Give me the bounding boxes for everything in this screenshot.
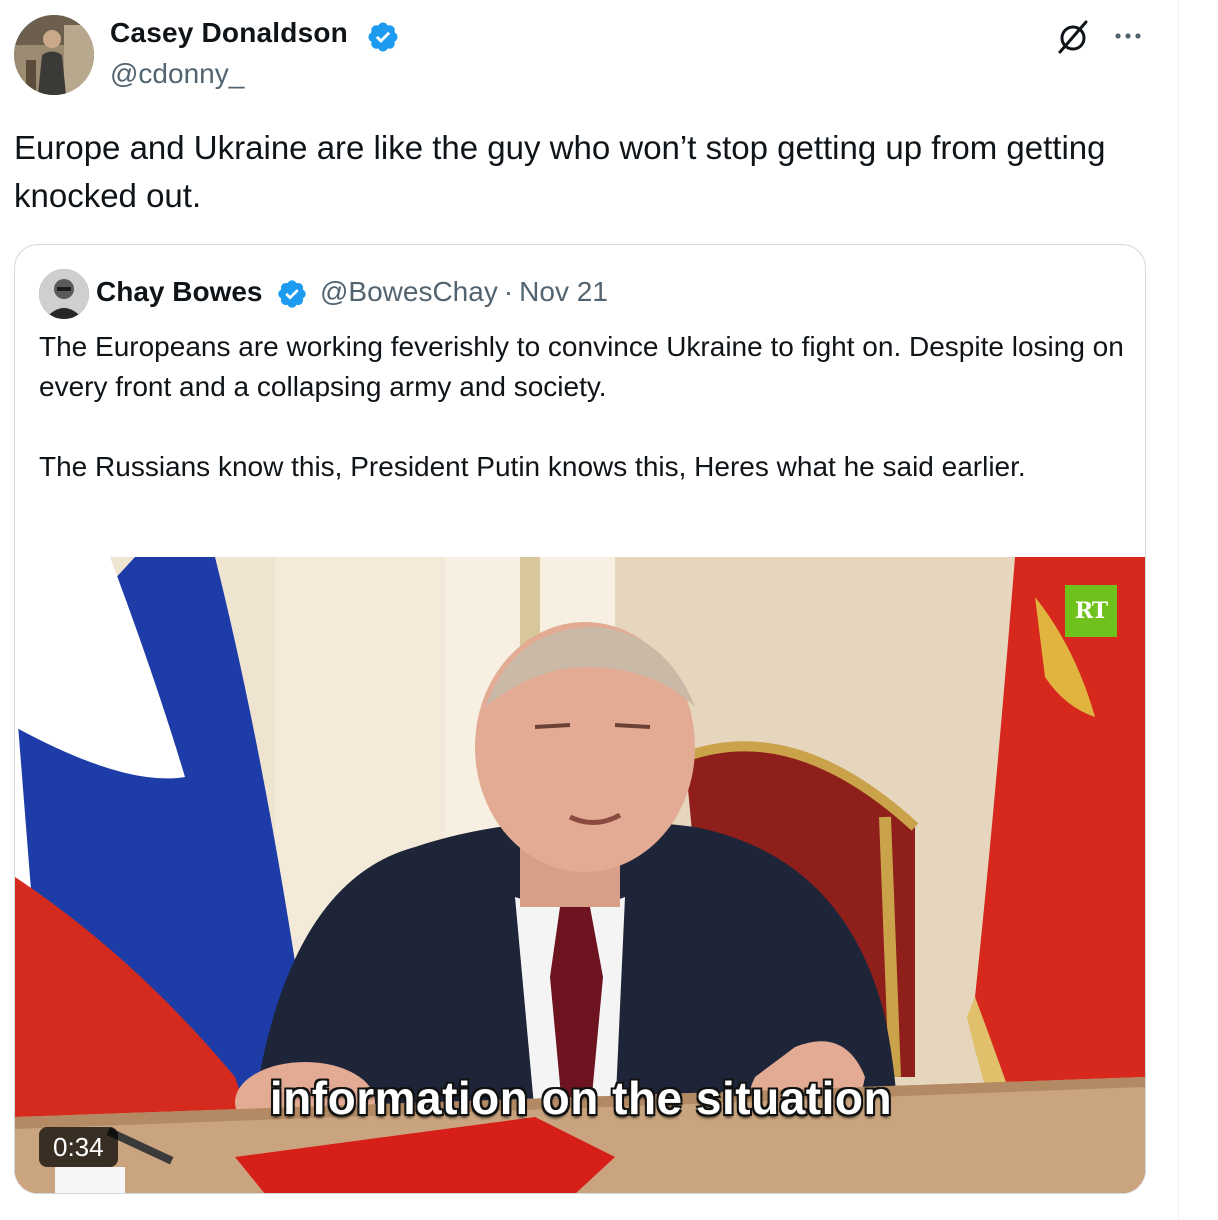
quoted-author-avatar[interactable]	[39, 269, 89, 319]
video-duration: 0:34	[39, 1127, 118, 1167]
quoted-meta: @BowesChay · Nov 21	[320, 276, 608, 308]
rt-logo: RT	[1065, 585, 1117, 637]
author-avatar[interactable]	[14, 15, 94, 95]
meta-separator: ·	[503, 276, 514, 307]
video-caption: information on the situation	[269, 1072, 893, 1124]
verified-badge-icon	[276, 278, 308, 310]
quoted-tweet[interactable]: Chay Bowes @BowesChay · Nov 21 The Europea…	[14, 244, 1146, 1194]
quoted-text: The Europeans are working feverishly to …	[39, 327, 1129, 487]
quoted-paragraph: The Russians know this, President Putin …	[39, 451, 1026, 482]
verified-badge-icon	[366, 20, 400, 54]
quoted-author-handle[interactable]: @BowesChay	[320, 276, 498, 307]
quoted-paragraph: The Europeans are working feverishly to …	[39, 331, 1124, 402]
author-handle[interactable]: @cdonny_	[110, 58, 244, 90]
author-name[interactable]: Casey Donaldson	[110, 17, 348, 49]
video-player[interactable]: RT information on the situation 0:34	[15, 557, 1145, 1193]
quoted-author-name[interactable]: Chay Bowes	[96, 276, 263, 308]
grok-slash-icon[interactable]	[1054, 18, 1092, 56]
tweet-text: Europe and Ukraine are like the guy who …	[14, 129, 1106, 214]
page-divider	[1178, 0, 1179, 1220]
quoted-date[interactable]: Nov 21	[519, 276, 608, 307]
more-dots-icon[interactable]	[1110, 20, 1146, 52]
